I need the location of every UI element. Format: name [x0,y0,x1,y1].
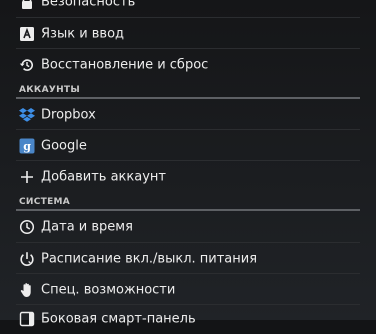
keyboard-a-icon [18,25,36,43]
settings-item-label: Спец. возможности [41,282,176,297]
settings-item-restore[interactable]: Восстановление и сброс [0,49,376,80]
settings-item-language[interactable]: Язык и ввод [0,18,376,49]
settings-item-label: Безопасность [41,0,136,9]
account-item-dropbox[interactable]: Dropbox [0,99,376,130]
settings-item-label: Язык и ввод [41,26,125,41]
settings-item-label: Восстановление и сброс [41,57,209,72]
section-header-accounts: АККАУНТЫ [19,85,80,95]
google-icon: g [18,137,36,155]
restore-icon [18,56,36,74]
settings-item-date-time[interactable]: Дата и время [0,211,376,242]
clock-icon [18,218,36,236]
lock-icon [18,0,36,11]
account-item-label: Dropbox [41,107,96,122]
settings-item-label: Боковая смарт-панель [41,311,196,326]
settings-item-power-schedule[interactable]: Расписание вкл./выкл. питания [0,243,376,274]
settings-item-label: Дата и время [41,219,133,234]
account-item-label: Google [41,138,87,153]
settings-item-side-panel[interactable]: Боковая смарт-панель [0,303,376,334]
power-schedule-icon [18,250,36,268]
section-header-system: СИСТЕМА [19,197,71,207]
account-item-google[interactable]: g Google [0,130,376,161]
svg-text:g: g [23,140,31,153]
settings-item-accessibility[interactable]: Спец. возможности [0,274,376,305]
settings-item-security[interactable]: Безопасность [0,0,376,17]
settings-list: Безопасность Язык и ввод Восстановление … [0,0,376,326]
dropbox-icon [18,106,36,124]
hand-icon [18,281,36,299]
settings-item-label: Расписание вкл./выкл. питания [41,251,258,266]
add-account-button[interactable]: Добавить аккаунт [0,161,376,192]
add-account-label: Добавить аккаунт [41,169,166,184]
plus-icon [18,168,36,186]
side-panel-icon [18,310,36,328]
